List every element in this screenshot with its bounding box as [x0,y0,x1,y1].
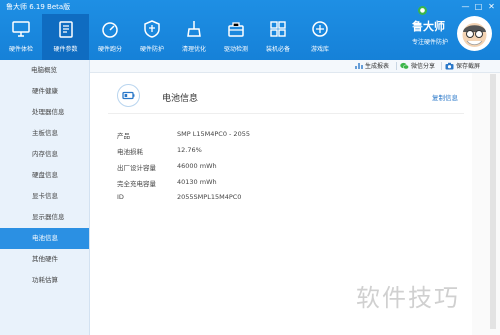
window-controls: — □ ✕ [461,2,496,11]
sidebar-item-power[interactable]: 功耗估算 [0,270,89,291]
nav-label: 硬件体检 [8,46,33,53]
nav-label: 游戏库 [310,46,329,53]
game-icon [312,21,328,37]
info-label: 电池损耗 [117,148,143,156]
info-value: 2055SMPL15M4PC0 [177,193,242,201]
info-label: ID [117,193,124,201]
battery-icon [122,91,135,100]
brand-subtitle: 专注硬件防护 [412,39,449,46]
info-row-id: ID 2055SMPL15M4PC0 [117,193,241,201]
info-row-design-capacity: 出厂设计容量 46000 mWh [117,162,217,172]
info-value: 46000 mWh [177,162,217,170]
nav-benchmark[interactable]: 硬件跑分 [89,14,131,60]
sidebar-item-cpu[interactable]: 处理器信息 [0,102,89,123]
shield-icon [144,20,160,38]
sidebar-item-battery[interactable]: 电池信息 [0,228,89,249]
top-bar: 鲁大师 6.19 Beta版 ● — □ ✕ 硬件体检 硬件参数 硬件跑分 硬件… [0,0,500,60]
copy-info-link[interactable]: 复制信息 [432,92,458,102]
info-row-product: 产品 SMP L15M4PC0 - 2055 [117,130,250,140]
watermark-text: 软件技巧 [356,284,460,312]
section-title: 电池信息 [162,94,199,104]
info-label: 产品 [117,132,130,140]
info-value: SMP L15M4PC0 - 2055 [177,130,250,138]
sidebar-item-gpu[interactable]: 显卡信息 [0,186,89,207]
nav-label: 硬件防护 [139,46,164,53]
mascot-icon [462,23,487,47]
sidebar-item-overview[interactable]: 电脑概览 [0,60,89,81]
nav-label: 硬件跑分 [97,46,122,53]
nav-hardware-params[interactable]: 硬件参数 [42,14,89,60]
broom-icon [187,21,201,37]
section-divider [108,113,464,114]
sidebar-item-disk[interactable]: 硬盘信息 [0,165,89,186]
generate-report-label: 生成报表 [365,63,390,70]
bar-chart-icon [355,62,363,69]
scrollbar-thumb[interactable] [490,74,496,329]
nav-protection[interactable]: 硬件防护 [131,14,173,60]
app-title: 鲁大师 6.19 Beta版 [6,3,71,11]
wechat-icon [400,62,409,69]
nav-label: 装机必备 [265,46,290,53]
clipboard-icon [58,21,73,38]
sidebar-item-health[interactable]: 硬件健康 [0,81,89,102]
sidebar-item-memory[interactable]: 内存信息 [0,144,89,165]
info-value: 12.76% [177,146,202,154]
nav-label: 驱动检测 [223,46,248,53]
mascot-avatar [457,16,492,51]
info-row-full-capacity: 完全充电容量 40130 mWh [117,178,217,188]
nav-label: 清理优化 [181,46,206,53]
sidebar-item-monitor[interactable]: 显示器信息 [0,207,89,228]
info-label: 出厂设计容量 [117,164,156,172]
notification-badge[interactable]: ● [418,6,427,15]
brand-name: 鲁大师 [412,20,445,33]
info-row-wear: 电池损耗 12.76% [117,146,202,156]
toolbar: 生成报表 微信分享 保存截屏 [90,60,500,73]
nav-games[interactable]: 游戏库 [299,14,341,60]
sidebar-item-other[interactable]: 其他硬件 [0,249,89,270]
main-nav: 硬件体检 硬件参数 硬件跑分 硬件防护 清理优化 驱动检测 装机必备 游戏库 [0,14,341,60]
maximize-button[interactable]: □ [474,2,483,11]
info-label: 完全充电容量 [117,180,156,188]
save-screenshot-label: 保存截屏 [456,63,481,70]
camera-icon [445,62,454,69]
gauge-icon [102,22,118,38]
toolbar-divider [396,62,397,70]
minimize-button[interactable]: — [461,2,470,11]
nav-driver[interactable]: 驱动检测 [215,14,257,60]
grid-icon [270,21,286,37]
wechat-share-button[interactable]: 微信分享 [400,61,435,70]
sidebar: 电脑概览 硬件健康 处理器信息 主板信息 内存信息 硬盘信息 显卡信息 显示器信… [0,60,90,335]
brand: 鲁大师 专注硬件防护 [412,18,448,46]
nav-cleanup[interactable]: 清理优化 [173,14,215,60]
toolbox-icon [228,22,244,37]
generate-report-button[interactable]: 生成报表 [355,61,389,70]
close-button[interactable]: ✕ [487,2,496,11]
info-value: 40130 mWh [177,178,217,186]
section-icon-wrap [117,84,140,107]
sidebar-item-motherboard[interactable]: 主板信息 [0,123,89,144]
nav-label: 硬件参数 [53,46,78,53]
toolbar-divider [441,62,442,70]
nav-hardware-check[interactable]: 硬件体检 [0,14,42,60]
wechat-share-label: 微信分享 [411,63,436,70]
nav-essentials[interactable]: 装机必备 [257,14,299,60]
monitor-icon [12,21,30,37]
save-screenshot-button[interactable]: 保存截屏 [445,61,480,70]
